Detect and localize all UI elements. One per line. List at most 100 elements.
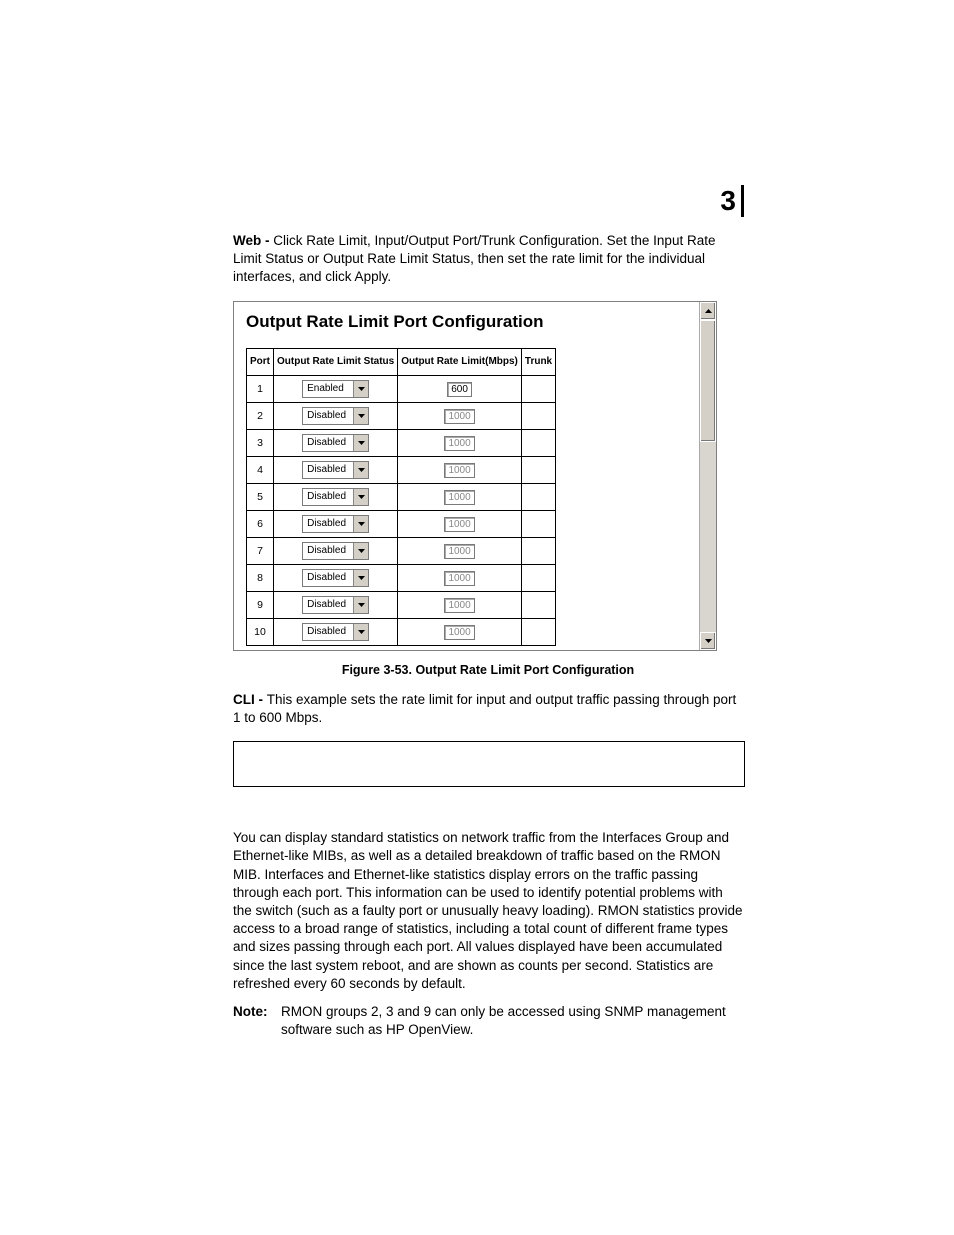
table-row: 10 Disabled 1000 bbox=[247, 618, 556, 645]
scroll-track[interactable] bbox=[700, 320, 716, 632]
trunk-cell bbox=[521, 456, 555, 483]
rate-limit-input[interactable]: 1000 bbox=[444, 625, 474, 640]
web-label: Web - bbox=[233, 233, 273, 248]
trunk-cell bbox=[521, 537, 555, 564]
status-value: Disabled bbox=[303, 570, 354, 586]
cli-text: This example sets the rate limit for inp… bbox=[233, 692, 736, 725]
status-select[interactable]: Disabled bbox=[302, 623, 369, 641]
status-value: Disabled bbox=[303, 489, 354, 505]
limit-cell: 1000 bbox=[398, 429, 522, 456]
status-cell: Disabled bbox=[274, 429, 398, 456]
trunk-cell bbox=[521, 375, 555, 402]
rate-limit-input[interactable]: 1000 bbox=[444, 490, 474, 505]
status-select[interactable]: Disabled bbox=[302, 488, 369, 506]
port-cell: 4 bbox=[247, 456, 274, 483]
chevron-down-icon[interactable] bbox=[354, 381, 368, 397]
rate-limit-input[interactable]: 1000 bbox=[444, 517, 474, 532]
status-cell: Disabled bbox=[274, 537, 398, 564]
scroll-thumb[interactable] bbox=[700, 320, 716, 442]
scroll-down-icon[interactable] bbox=[700, 632, 716, 650]
table-row: 7 Disabled 1000 bbox=[247, 537, 556, 564]
limit-cell: 1000 bbox=[398, 510, 522, 537]
chevron-down-icon[interactable] bbox=[354, 597, 368, 613]
status-value: Disabled bbox=[303, 624, 354, 640]
port-cell: 10 bbox=[247, 618, 274, 645]
config-panel: Output Rate Limit Port Configuration Por… bbox=[233, 301, 717, 651]
status-value: Enabled bbox=[303, 381, 354, 397]
status-select[interactable]: Disabled bbox=[302, 596, 369, 614]
col-trunk: Trunk bbox=[521, 348, 555, 375]
port-cell: 8 bbox=[247, 564, 274, 591]
status-select[interactable]: Disabled bbox=[302, 434, 369, 452]
table-row: 2 Disabled 1000 bbox=[247, 402, 556, 429]
trunk-cell bbox=[521, 483, 555, 510]
chevron-down-icon[interactable] bbox=[354, 435, 368, 451]
port-cell: 3 bbox=[247, 429, 274, 456]
status-select[interactable]: Disabled bbox=[302, 515, 369, 533]
status-select[interactable]: Enabled bbox=[302, 380, 369, 398]
status-cell: Disabled bbox=[274, 564, 398, 591]
trunk-cell bbox=[521, 591, 555, 618]
table-row: 4 Disabled 1000 bbox=[247, 456, 556, 483]
chevron-down-icon[interactable] bbox=[354, 516, 368, 532]
trunk-cell bbox=[521, 618, 555, 645]
chevron-down-icon[interactable] bbox=[354, 408, 368, 424]
chevron-down-icon[interactable] bbox=[354, 570, 368, 586]
limit-cell: 1000 bbox=[398, 483, 522, 510]
port-cell: 1 bbox=[247, 375, 274, 402]
status-select[interactable]: Disabled bbox=[302, 542, 369, 560]
statistics-paragraph: You can display standard statistics on n… bbox=[233, 829, 743, 993]
status-value: Disabled bbox=[303, 597, 354, 613]
limit-cell: 1000 bbox=[398, 537, 522, 564]
table-row: 9 Disabled 1000 bbox=[247, 591, 556, 618]
port-cell: 2 bbox=[247, 402, 274, 429]
status-cell: Enabled bbox=[274, 375, 398, 402]
rate-limit-input[interactable]: 1000 bbox=[444, 598, 474, 613]
scrollbar[interactable] bbox=[699, 302, 716, 650]
note-label: Note: bbox=[233, 1003, 281, 1039]
port-cell: 9 bbox=[247, 591, 274, 618]
status-cell: Disabled bbox=[274, 456, 398, 483]
cli-paragraph: CLI - This example sets the rate limit f… bbox=[233, 691, 743, 727]
status-cell: Disabled bbox=[274, 591, 398, 618]
chevron-down-icon[interactable] bbox=[354, 624, 368, 640]
rate-limit-input[interactable]: 1000 bbox=[444, 571, 474, 586]
table-row: 1 Enabled 600 bbox=[247, 375, 556, 402]
status-select[interactable]: Disabled bbox=[302, 569, 369, 587]
trunk-cell bbox=[521, 510, 555, 537]
rate-limit-input[interactable]: 1000 bbox=[444, 409, 474, 424]
web-intro-paragraph: Web - Click Rate Limit, Input/Output Por… bbox=[233, 232, 743, 287]
table-row: 5 Disabled 1000 bbox=[247, 483, 556, 510]
table-row: 3 Disabled 1000 bbox=[247, 429, 556, 456]
limit-cell: 1000 bbox=[398, 591, 522, 618]
rate-limit-input[interactable]: 1000 bbox=[444, 463, 474, 478]
col-port: Port bbox=[247, 348, 274, 375]
chevron-down-icon[interactable] bbox=[354, 462, 368, 478]
status-value: Disabled bbox=[303, 435, 354, 451]
figure-caption: Figure 3-53. Output Rate Limit Port Conf… bbox=[233, 663, 743, 677]
chevron-down-icon[interactable] bbox=[354, 489, 368, 505]
port-cell: 6 bbox=[247, 510, 274, 537]
rate-limit-input[interactable]: 1000 bbox=[444, 544, 474, 559]
status-select[interactable]: Disabled bbox=[302, 407, 369, 425]
port-cell: 7 bbox=[247, 537, 274, 564]
port-cell: 5 bbox=[247, 483, 274, 510]
note-text: RMON groups 2, 3 and 9 can only be acces… bbox=[281, 1003, 743, 1039]
table-row: 6 Disabled 1000 bbox=[247, 510, 556, 537]
limit-cell: 1000 bbox=[398, 618, 522, 645]
status-select[interactable]: Disabled bbox=[302, 461, 369, 479]
status-cell: Disabled bbox=[274, 618, 398, 645]
limit-cell: 1000 bbox=[398, 564, 522, 591]
rate-limit-input[interactable]: 1000 bbox=[444, 436, 474, 451]
scroll-up-icon[interactable] bbox=[700, 302, 716, 320]
col-status: Output Rate Limit Status bbox=[274, 348, 398, 375]
chevron-down-icon[interactable] bbox=[354, 543, 368, 559]
limit-cell: 1000 bbox=[398, 402, 522, 429]
rate-limit-table: Port Output Rate Limit Status Output Rat… bbox=[246, 348, 556, 646]
status-value: Disabled bbox=[303, 543, 354, 559]
cli-example-box bbox=[233, 741, 745, 787]
rate-limit-input[interactable]: 600 bbox=[447, 382, 472, 397]
cli-label: CLI - bbox=[233, 692, 267, 707]
table-row: 8 Disabled 1000 bbox=[247, 564, 556, 591]
note-block: Note: RMON groups 2, 3 and 9 can only be… bbox=[233, 1003, 743, 1039]
